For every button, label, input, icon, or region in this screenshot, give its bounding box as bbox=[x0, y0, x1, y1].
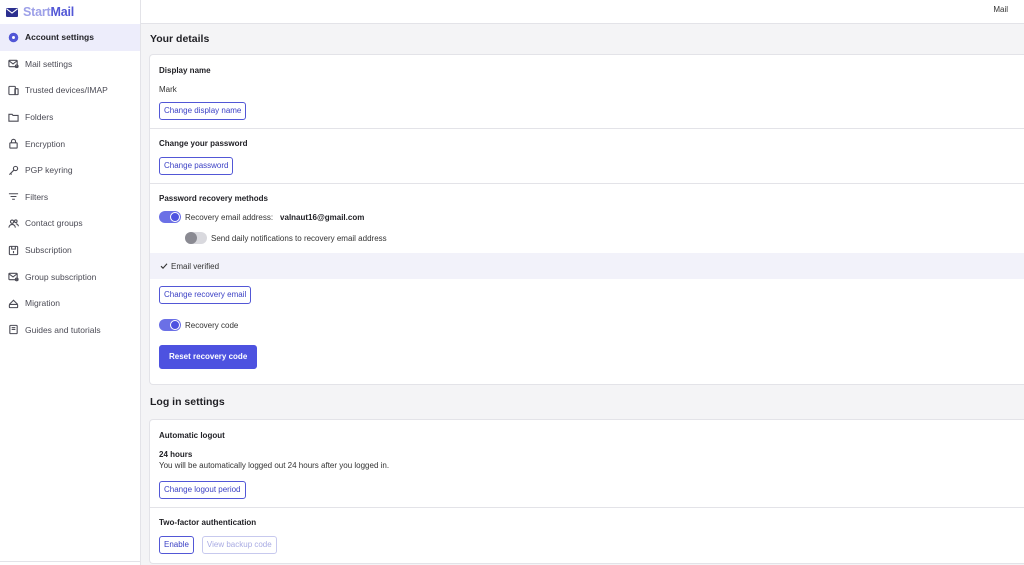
sidebar-item-account-settings[interactable]: Account settings bbox=[0, 24, 140, 51]
daily-notifications-label: Send daily notifications to recovery ema… bbox=[211, 233, 387, 243]
recovery-email-label: Recovery email address: bbox=[185, 212, 274, 222]
sidebar-footer-divider bbox=[0, 561, 141, 565]
sidebar-item-filters[interactable]: Filters bbox=[0, 184, 140, 211]
automatic-logout-block: Automatic logout 24 hours You will be au… bbox=[150, 420, 1024, 508]
recovery-code-toggle[interactable] bbox=[159, 319, 181, 331]
logout-description: You will be automatically logged out 24 … bbox=[159, 461, 390, 470]
envelope-logo-icon bbox=[6, 7, 18, 17]
key-icon bbox=[8, 165, 19, 176]
recovery-code-label: Recovery code bbox=[185, 320, 239, 330]
recovery-email-row: Recovery email address: valnaut16@gmail.… bbox=[159, 211, 1015, 223]
sidebar-item-folders[interactable]: Folders bbox=[0, 104, 140, 131]
sidebar-item-migration[interactable]: Migration bbox=[0, 290, 140, 317]
daily-notifications-row: Send daily notifications to recovery ema… bbox=[159, 232, 1015, 244]
brand-mail: Mail bbox=[50, 5, 74, 19]
recovery-code-row: Recovery code bbox=[159, 319, 1015, 331]
sidebar-item-encryption[interactable]: Encryption bbox=[0, 130, 140, 157]
sidebar-item-label: Contact groups bbox=[25, 218, 83, 229]
change-logout-period-button[interactable]: Change logout period bbox=[159, 481, 246, 499]
sidebar-item-mail-settings[interactable]: Mail settings bbox=[0, 51, 140, 78]
email-verified-banner: Email verified bbox=[150, 253, 1024, 279]
password-title: Change your password bbox=[159, 139, 248, 148]
logout-period-value: 24 hours bbox=[159, 450, 193, 459]
recovery-block: Password recovery methods Recovery email… bbox=[150, 184, 1024, 384]
recovery-email-value: valnaut16@gmail.com bbox=[280, 212, 365, 222]
check-icon bbox=[160, 263, 168, 269]
reset-recovery-code-button[interactable]: Reset recovery code bbox=[159, 345, 258, 369]
email-verified-text: Email verified bbox=[171, 261, 220, 271]
lock-icon bbox=[8, 138, 19, 149]
change-display-name-button[interactable]: Change display name bbox=[159, 102, 247, 120]
automatic-logout-title: Automatic logout bbox=[159, 431, 225, 440]
sidebar-item-contact-groups[interactable]: Contact groups bbox=[0, 210, 140, 237]
login-settings-heading: Log in settings bbox=[150, 396, 225, 408]
mail-link[interactable]: Mail bbox=[993, 5, 1008, 14]
two-factor-title: Two-factor authentication bbox=[159, 518, 257, 527]
display-name-block: Display name Mark Change display name bbox=[150, 55, 1024, 129]
filter-icon bbox=[8, 191, 19, 202]
display-name-value: Mark bbox=[159, 85, 177, 94]
sidebar-item-label: Migration bbox=[25, 298, 60, 309]
login-settings-card: Automatic logout 24 hours You will be au… bbox=[149, 419, 1024, 564]
devices-icon bbox=[8, 85, 19, 96]
sidebar-item-label: Filters bbox=[25, 191, 49, 202]
sidebar-item-guides[interactable]: Guides and tutorials bbox=[0, 317, 140, 344]
enable-2fa-button[interactable]: Enable bbox=[159, 536, 194, 554]
sidebar-item-subscription[interactable]: Subscription bbox=[0, 237, 140, 264]
subscription-icon bbox=[8, 245, 19, 256]
book-icon bbox=[8, 324, 19, 335]
migration-icon bbox=[8, 298, 19, 309]
sidebar-item-label: Group subscription bbox=[25, 271, 97, 282]
change-recovery-email-button[interactable]: Change recovery email bbox=[159, 286, 252, 304]
brand-start: Start bbox=[23, 5, 51, 19]
change-password-button[interactable]: Change password bbox=[159, 157, 234, 175]
settings-nav: Account settings Mail settings Trusted d… bbox=[0, 24, 140, 343]
gear-icon bbox=[8, 32, 19, 43]
sidebar-item-label: Trusted devices/IMAP bbox=[25, 85, 108, 96]
sidebar-item-label: PGP keyring bbox=[25, 165, 73, 176]
settings-content: Your details Display name Mark Change di… bbox=[141, 24, 1024, 565]
daily-notifications-toggle[interactable] bbox=[185, 232, 207, 244]
sidebar-item-label: Guides and tutorials bbox=[25, 324, 101, 335]
two-factor-actions: Enable View backup code bbox=[159, 536, 1015, 554]
folder-icon bbox=[8, 112, 19, 123]
two-factor-block: Two-factor authentication Enable View ba… bbox=[150, 508, 1024, 563]
brand-name: StartMail bbox=[23, 5, 74, 19]
your-details-card: Display name Mark Change display name Ch… bbox=[149, 54, 1024, 385]
sidebar-item-pgp-keyring[interactable]: PGP keyring bbox=[0, 157, 140, 184]
display-name-title: Display name bbox=[159, 66, 211, 75]
password-block: Change your password Change password bbox=[150, 129, 1024, 184]
sidebar-item-label: Subscription bbox=[25, 245, 72, 256]
recovery-email-toggle[interactable] bbox=[159, 211, 181, 223]
recovery-title: Password recovery methods bbox=[159, 194, 268, 203]
view-backup-code-button[interactable]: View backup code bbox=[201, 536, 277, 554]
mail-settings-icon bbox=[8, 58, 19, 69]
sidebar-item-label: Account settings bbox=[25, 32, 94, 43]
sidebar-item-label: Folders bbox=[25, 112, 54, 123]
your-details-heading: Your details bbox=[150, 33, 210, 45]
startmail-logo[interactable]: StartMail bbox=[0, 0, 140, 24]
sidebar-item-label: Encryption bbox=[25, 138, 66, 149]
top-bar: Mail bbox=[141, 0, 1024, 24]
group-subscription-icon bbox=[8, 271, 19, 282]
sidebar-item-label: Mail settings bbox=[25, 58, 73, 69]
contact-groups-icon bbox=[8, 218, 19, 229]
sidebar-item-group-subscription[interactable]: Group subscription bbox=[0, 263, 140, 290]
sidebar-item-trusted-devices[interactable]: Trusted devices/IMAP bbox=[0, 77, 140, 104]
sidebar: StartMail Account settings Mail settings… bbox=[0, 0, 141, 565]
